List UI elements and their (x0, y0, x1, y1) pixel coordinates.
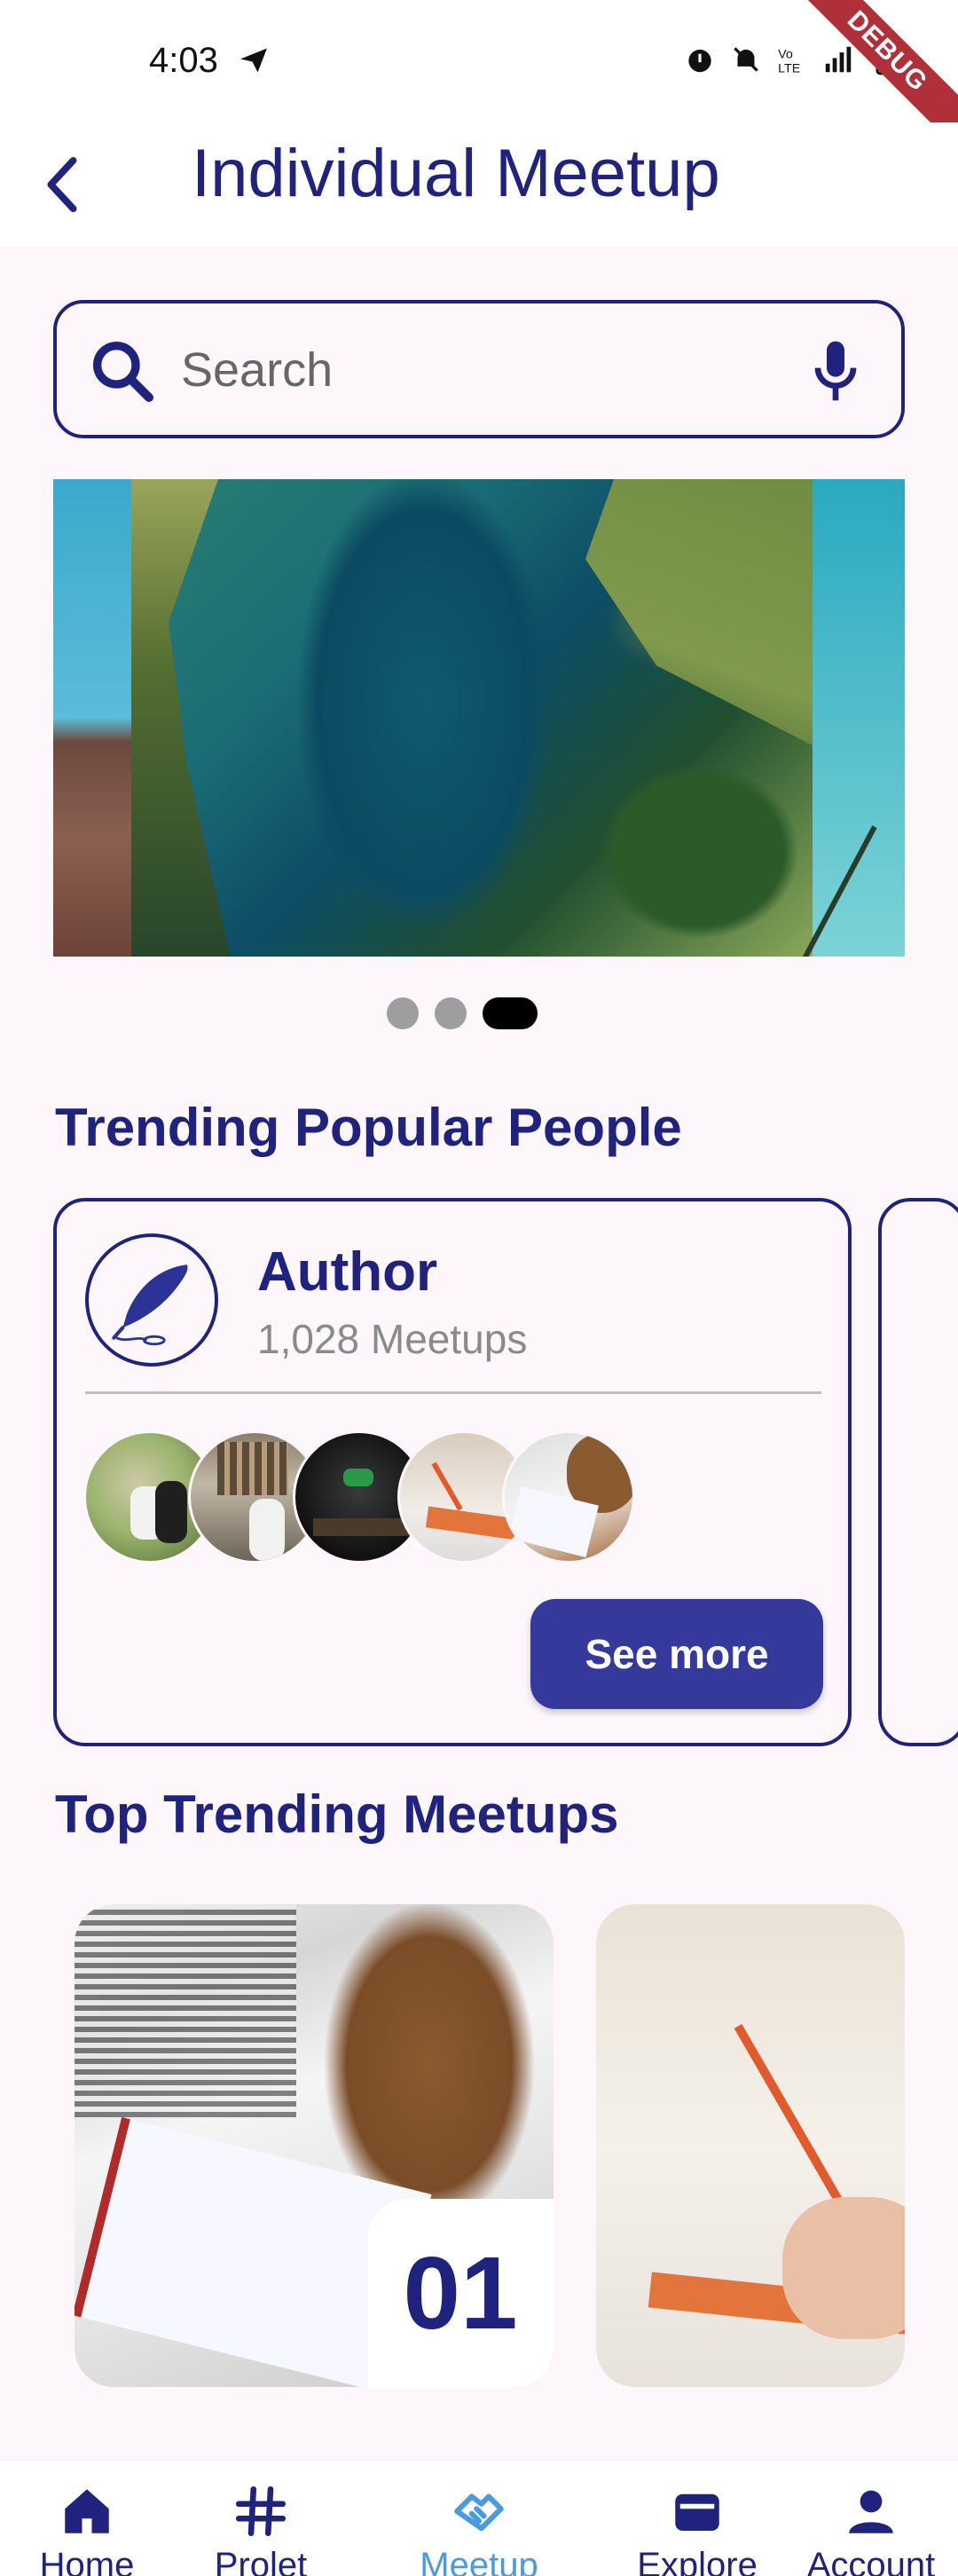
nav-label: Prolet (214, 2546, 308, 2576)
member-avatar[interactable] (502, 1430, 635, 1564)
image-carousel[interactable] (53, 479, 905, 957)
nav-item-explore[interactable]: Explore (617, 2482, 777, 2576)
people-card[interactable]: Author 1,028 Meetups See more (53, 1198, 852, 1746)
search-bar[interactable] (53, 300, 905, 438)
handshake-icon (454, 2493, 504, 2532)
volte-icon: VoLTE (778, 47, 800, 75)
svg-text:Vo: Vo (778, 47, 793, 61)
chevron-left-icon (47, 156, 77, 213)
hand-shape (782, 2197, 905, 2339)
carousel-indicator (387, 997, 538, 1029)
wallet-icon (675, 2493, 719, 2531)
meetup-count: 1,028 Meetups (257, 1316, 528, 1362)
search-icon (93, 342, 153, 402)
rank-badge: 01 (367, 2199, 554, 2387)
status-time: 4:03 (149, 41, 218, 80)
carousel-dot-active[interactable] (483, 997, 538, 1029)
search-input[interactable] (181, 330, 749, 410)
telegram-icon (240, 48, 267, 73)
carousel-dot[interactable] (387, 997, 419, 1029)
nav-item-prolet[interactable]: Prolet (181, 2482, 341, 2576)
carousel-dot[interactable] (435, 997, 467, 1029)
section-title-trending-people: Trending Popular People (55, 1098, 682, 1157)
nav-label: Home (39, 2546, 135, 2576)
page-title: Individual Meetup (192, 136, 720, 211)
bell-off-icon (734, 47, 758, 72)
bottom-navigation: Home Prolet Meetup Explore Account (0, 2460, 958, 2576)
carousel-slide-lake-aerial[interactable] (131, 479, 813, 957)
carousel-slide-previous[interactable] (53, 479, 133, 957)
status-bar: 4:03 Vo LTE DEBUG (0, 0, 958, 160)
see-more-button[interactable]: See more (530, 1599, 823, 1709)
nav-label: Account (806, 2546, 936, 2576)
person-icon (849, 2490, 893, 2533)
author-name: Author (257, 1241, 438, 1303)
hashtag-icon (235, 2485, 287, 2537)
people-card-next[interactable] (878, 1198, 958, 1746)
author-avatar (85, 1233, 218, 1367)
home-icon (65, 2489, 109, 2533)
nav-item-meetup[interactable]: Meetup (399, 2482, 559, 2576)
nav-label: Meetup (420, 2546, 538, 2576)
hillside-shape (131, 479, 231, 957)
svg-text:LTE: LTE (778, 61, 800, 75)
meetup-card[interactable] (596, 1904, 905, 2387)
nav-item-account[interactable]: Account (791, 2482, 951, 2576)
plaid-shirt-shape (75, 1904, 296, 2117)
meadow-shape (585, 479, 813, 745)
section-title-trending-meetups: Top Trending Meetups (55, 1784, 619, 1844)
nav-item-home[interactable]: Home (7, 2482, 167, 2576)
back-button[interactable] (32, 140, 90, 229)
signal-icon (825, 46, 852, 73)
card-divider (85, 1391, 821, 1394)
carousel-slide-next[interactable] (789, 479, 905, 957)
alarm-icon (688, 49, 711, 73)
app-header: Individual Meetup (0, 122, 958, 247)
feather-pen-icon (112, 1264, 188, 1346)
nav-label: Explore (637, 2546, 758, 2576)
microphone-icon[interactable] (800, 334, 871, 408)
